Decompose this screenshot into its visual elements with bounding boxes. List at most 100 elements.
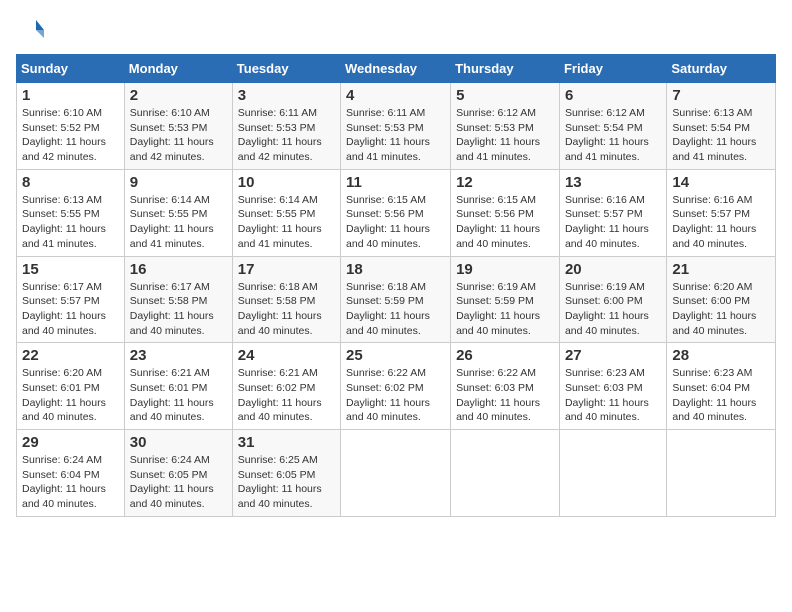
day-info: Sunrise: 6:10 AMSunset: 5:53 PMDaylight:…	[130, 107, 214, 163]
day-number: 6	[565, 87, 661, 104]
day-number: 8	[22, 174, 119, 191]
logo	[16, 16, 48, 44]
header-wednesday: Wednesday	[341, 55, 451, 83]
day-number: 20	[565, 261, 661, 278]
day-info: Sunrise: 6:21 AMSunset: 6:02 PMDaylight:…	[238, 367, 322, 423]
calendar-cell: 10 Sunrise: 6:14 AMSunset: 5:55 PMDaylig…	[232, 169, 340, 256]
day-info: Sunrise: 6:20 AMSunset: 6:00 PMDaylight:…	[672, 281, 756, 337]
day-number: 25	[346, 347, 445, 364]
day-number: 24	[238, 347, 335, 364]
day-number: 23	[130, 347, 227, 364]
calendar-cell: 30 Sunrise: 6:24 AMSunset: 6:05 PMDaylig…	[124, 430, 232, 517]
calendar-cell: 11 Sunrise: 6:15 AMSunset: 5:56 PMDaylig…	[341, 169, 451, 256]
day-info: Sunrise: 6:23 AMSunset: 6:03 PMDaylight:…	[565, 367, 649, 423]
day-number: 12	[456, 174, 554, 191]
calendar-cell: 2 Sunrise: 6:10 AMSunset: 5:53 PMDayligh…	[124, 83, 232, 170]
day-info: Sunrise: 6:13 AMSunset: 5:55 PMDaylight:…	[22, 194, 106, 250]
header-friday: Friday	[559, 55, 666, 83]
day-info: Sunrise: 6:23 AMSunset: 6:04 PMDaylight:…	[672, 367, 756, 423]
day-info: Sunrise: 6:15 AMSunset: 5:56 PMDaylight:…	[456, 194, 540, 250]
day-info: Sunrise: 6:21 AMSunset: 6:01 PMDaylight:…	[130, 367, 214, 423]
calendar-cell	[341, 430, 451, 517]
header-tuesday: Tuesday	[232, 55, 340, 83]
day-info: Sunrise: 6:16 AMSunset: 5:57 PMDaylight:…	[565, 194, 649, 250]
week-row-3: 15 Sunrise: 6:17 AMSunset: 5:57 PMDaylig…	[17, 256, 776, 343]
calendar-cell: 8 Sunrise: 6:13 AMSunset: 5:55 PMDayligh…	[17, 169, 125, 256]
week-row-4: 22 Sunrise: 6:20 AMSunset: 6:01 PMDaylig…	[17, 343, 776, 430]
header-saturday: Saturday	[667, 55, 776, 83]
day-number: 31	[238, 434, 335, 451]
calendar-cell: 9 Sunrise: 6:14 AMSunset: 5:55 PMDayligh…	[124, 169, 232, 256]
week-row-5: 29 Sunrise: 6:24 AMSunset: 6:04 PMDaylig…	[17, 430, 776, 517]
calendar-cell: 22 Sunrise: 6:20 AMSunset: 6:01 PMDaylig…	[17, 343, 125, 430]
day-number: 18	[346, 261, 445, 278]
calendar-cell: 28 Sunrise: 6:23 AMSunset: 6:04 PMDaylig…	[667, 343, 776, 430]
calendar-cell: 26 Sunrise: 6:22 AMSunset: 6:03 PMDaylig…	[451, 343, 560, 430]
day-info: Sunrise: 6:24 AMSunset: 6:04 PMDaylight:…	[22, 454, 106, 510]
logo-icon	[16, 16, 44, 44]
day-info: Sunrise: 6:22 AMSunset: 6:02 PMDaylight:…	[346, 367, 430, 423]
header-sunday: Sunday	[17, 55, 125, 83]
header-monday: Monday	[124, 55, 232, 83]
day-number: 22	[22, 347, 119, 364]
week-row-1: 1 Sunrise: 6:10 AMSunset: 5:52 PMDayligh…	[17, 83, 776, 170]
calendar-cell: 18 Sunrise: 6:18 AMSunset: 5:59 PMDaylig…	[341, 256, 451, 343]
day-info: Sunrise: 6:18 AMSunset: 5:59 PMDaylight:…	[346, 281, 430, 337]
day-number: 21	[672, 261, 770, 278]
day-info: Sunrise: 6:20 AMSunset: 6:01 PMDaylight:…	[22, 367, 106, 423]
day-info: Sunrise: 6:12 AMSunset: 5:53 PMDaylight:…	[456, 107, 540, 163]
calendar-cell	[451, 430, 560, 517]
calendar-cell: 23 Sunrise: 6:21 AMSunset: 6:01 PMDaylig…	[124, 343, 232, 430]
day-number: 16	[130, 261, 227, 278]
calendar-cell: 12 Sunrise: 6:15 AMSunset: 5:56 PMDaylig…	[451, 169, 560, 256]
header-row: SundayMondayTuesdayWednesdayThursdayFrid…	[17, 55, 776, 83]
day-number: 9	[130, 174, 227, 191]
week-row-2: 8 Sunrise: 6:13 AMSunset: 5:55 PMDayligh…	[17, 169, 776, 256]
calendar-cell: 6 Sunrise: 6:12 AMSunset: 5:54 PMDayligh…	[559, 83, 666, 170]
day-number: 5	[456, 87, 554, 104]
day-number: 13	[565, 174, 661, 191]
day-number: 15	[22, 261, 119, 278]
calendar-cell: 31 Sunrise: 6:25 AMSunset: 6:05 PMDaylig…	[232, 430, 340, 517]
calendar-header: SundayMondayTuesdayWednesdayThursdayFrid…	[17, 55, 776, 83]
header-thursday: Thursday	[451, 55, 560, 83]
calendar-body: 1 Sunrise: 6:10 AMSunset: 5:52 PMDayligh…	[17, 83, 776, 517]
day-info: Sunrise: 6:15 AMSunset: 5:56 PMDaylight:…	[346, 194, 430, 250]
day-number: 7	[672, 87, 770, 104]
day-number: 10	[238, 174, 335, 191]
calendar-cell	[559, 430, 666, 517]
day-info: Sunrise: 6:11 AMSunset: 5:53 PMDaylight:…	[346, 107, 430, 163]
day-info: Sunrise: 6:10 AMSunset: 5:52 PMDaylight:…	[22, 107, 106, 163]
day-info: Sunrise: 6:12 AMSunset: 5:54 PMDaylight:…	[565, 107, 649, 163]
day-number: 27	[565, 347, 661, 364]
page-header	[16, 16, 776, 44]
day-number: 1	[22, 87, 119, 104]
calendar-cell: 4 Sunrise: 6:11 AMSunset: 5:53 PMDayligh…	[341, 83, 451, 170]
day-info: Sunrise: 6:25 AMSunset: 6:05 PMDaylight:…	[238, 454, 322, 510]
day-number: 11	[346, 174, 445, 191]
calendar-cell: 24 Sunrise: 6:21 AMSunset: 6:02 PMDaylig…	[232, 343, 340, 430]
day-info: Sunrise: 6:19 AMSunset: 6:00 PMDaylight:…	[565, 281, 649, 337]
day-info: Sunrise: 6:13 AMSunset: 5:54 PMDaylight:…	[672, 107, 756, 163]
calendar-table: SundayMondayTuesdayWednesdayThursdayFrid…	[16, 54, 776, 517]
calendar-cell: 13 Sunrise: 6:16 AMSunset: 5:57 PMDaylig…	[559, 169, 666, 256]
calendar-cell: 1 Sunrise: 6:10 AMSunset: 5:52 PMDayligh…	[17, 83, 125, 170]
calendar-cell: 27 Sunrise: 6:23 AMSunset: 6:03 PMDaylig…	[559, 343, 666, 430]
day-number: 14	[672, 174, 770, 191]
day-info: Sunrise: 6:18 AMSunset: 5:58 PMDaylight:…	[238, 281, 322, 337]
calendar-cell	[667, 430, 776, 517]
calendar-cell: 20 Sunrise: 6:19 AMSunset: 6:00 PMDaylig…	[559, 256, 666, 343]
calendar-cell: 14 Sunrise: 6:16 AMSunset: 5:57 PMDaylig…	[667, 169, 776, 256]
day-info: Sunrise: 6:17 AMSunset: 5:58 PMDaylight:…	[130, 281, 214, 337]
day-number: 26	[456, 347, 554, 364]
day-info: Sunrise: 6:11 AMSunset: 5:53 PMDaylight:…	[238, 107, 322, 163]
day-number: 17	[238, 261, 335, 278]
day-info: Sunrise: 6:14 AMSunset: 5:55 PMDaylight:…	[238, 194, 322, 250]
day-number: 28	[672, 347, 770, 364]
calendar-cell: 19 Sunrise: 6:19 AMSunset: 5:59 PMDaylig…	[451, 256, 560, 343]
calendar-cell: 21 Sunrise: 6:20 AMSunset: 6:00 PMDaylig…	[667, 256, 776, 343]
day-info: Sunrise: 6:24 AMSunset: 6:05 PMDaylight:…	[130, 454, 214, 510]
day-number: 4	[346, 87, 445, 104]
calendar-cell: 29 Sunrise: 6:24 AMSunset: 6:04 PMDaylig…	[17, 430, 125, 517]
calendar-cell: 3 Sunrise: 6:11 AMSunset: 5:53 PMDayligh…	[232, 83, 340, 170]
